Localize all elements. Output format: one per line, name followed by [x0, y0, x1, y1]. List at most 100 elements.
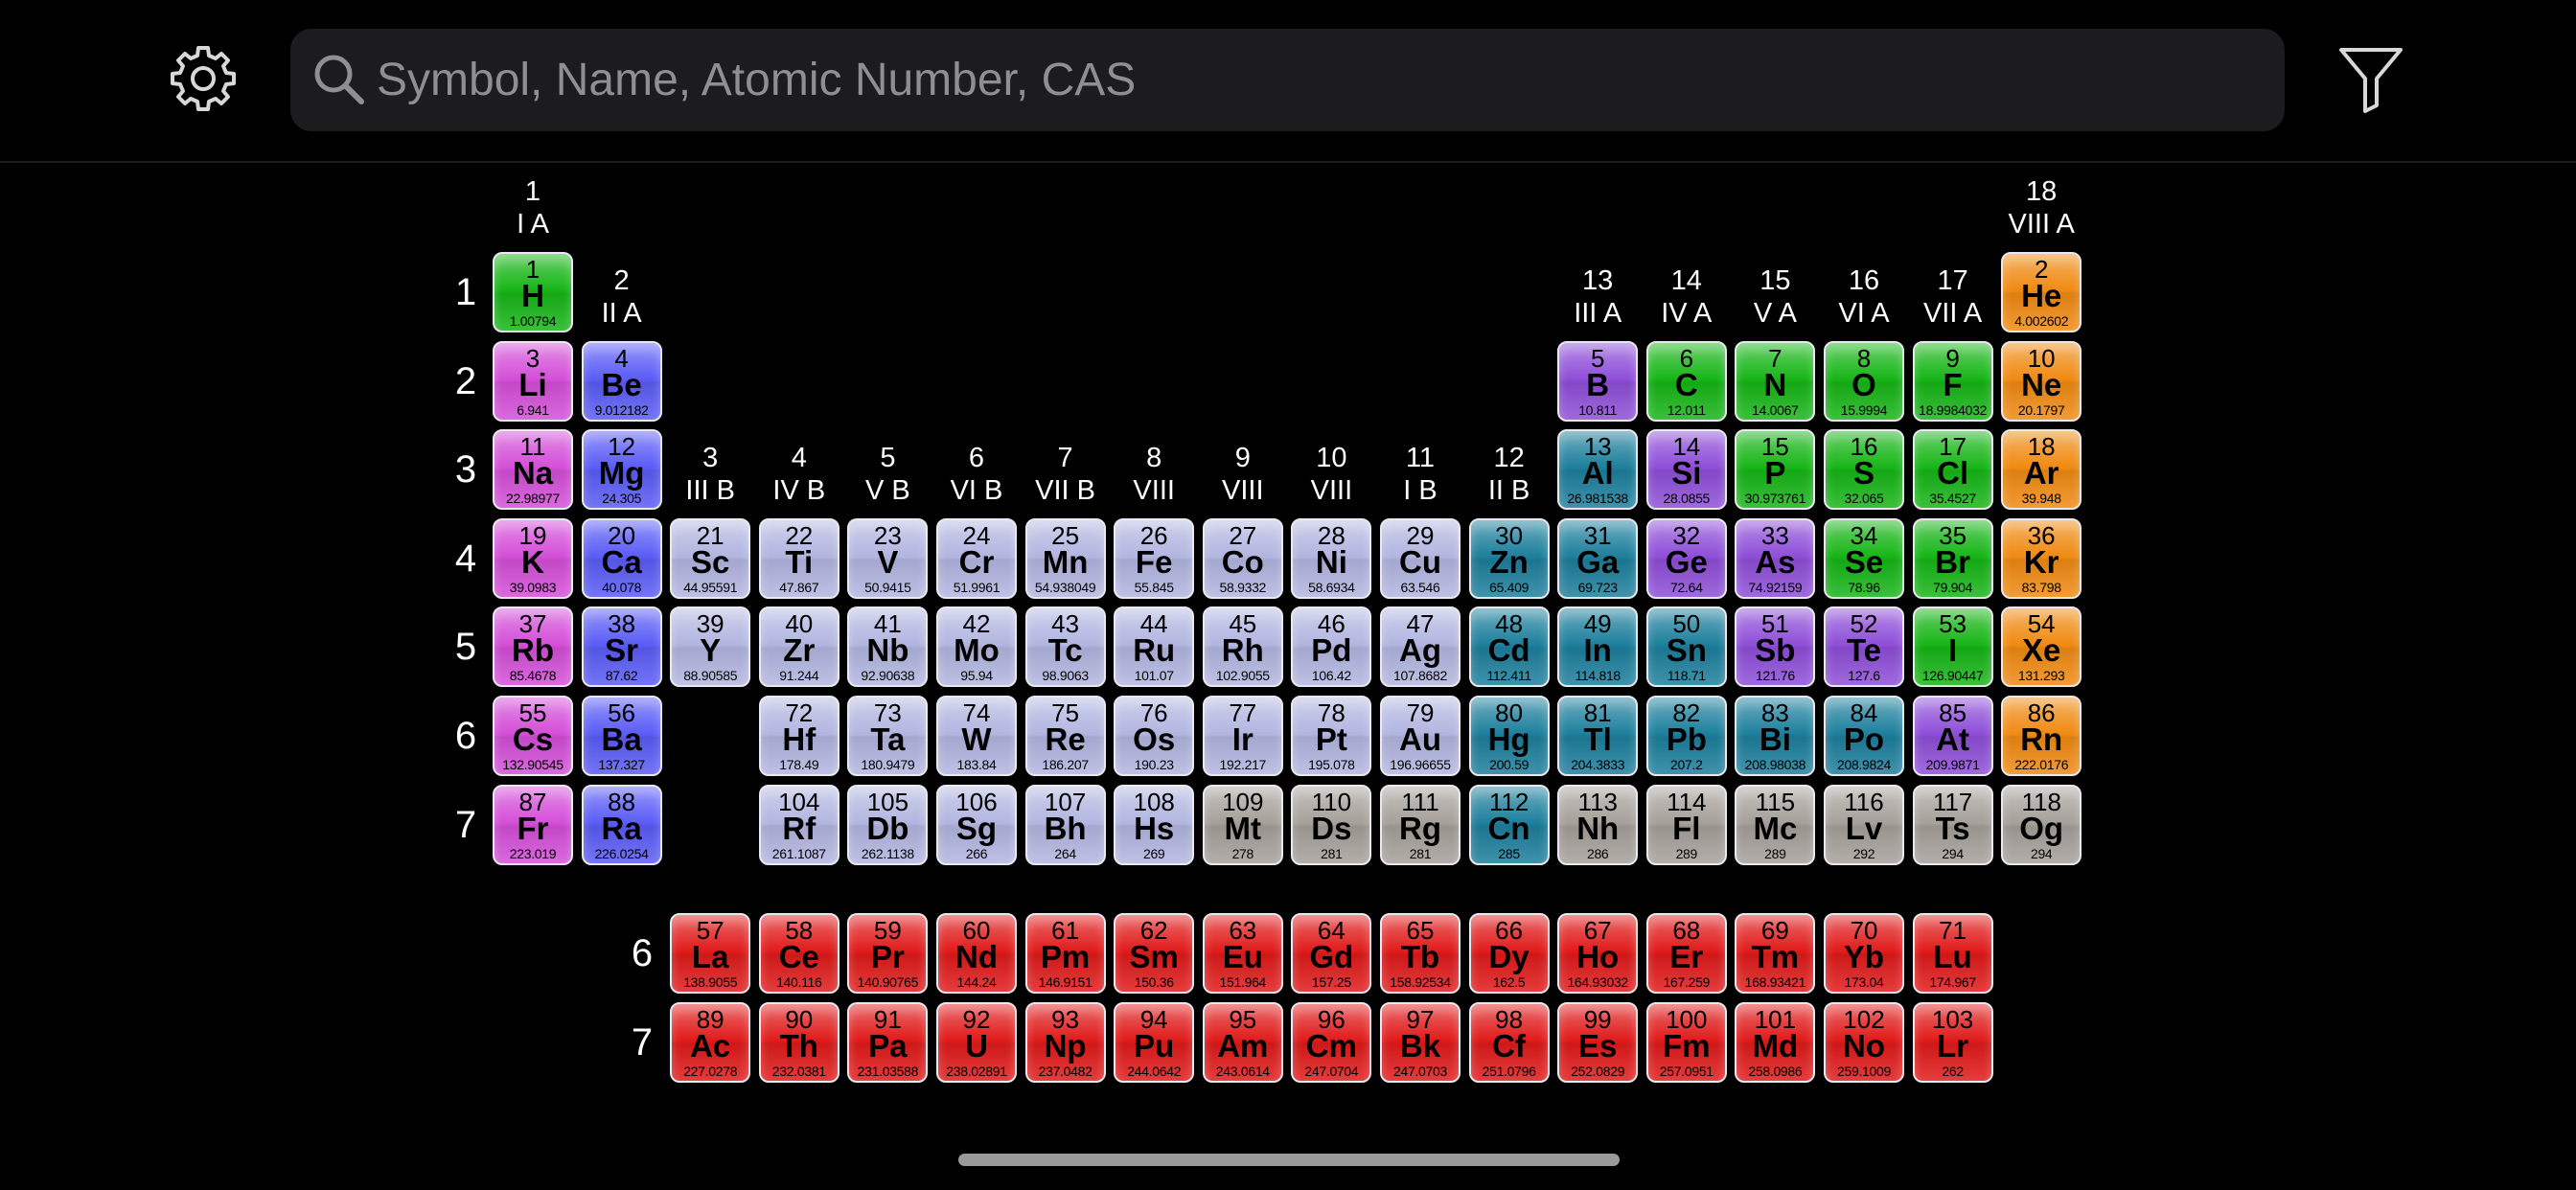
element-ag[interactable]: 47 Ag 107.8682	[1380, 606, 1460, 688]
element-bi[interactable]: 83 Bi 208.98038	[1735, 696, 1816, 776]
element-al[interactable]: 13 Al 26.981538	[1557, 429, 1639, 511]
element-th[interactable]: 90 Th 232.0381	[758, 1001, 840, 1083]
element-hs[interactable]: 108 Hs 269	[1114, 784, 1195, 865]
element-nd[interactable]: 60 Nd 144.24	[936, 913, 1017, 994]
element-md[interactable]: 101 Md 258.0986	[1735, 1001, 1816, 1083]
element-mo[interactable]: 42 Mo 95.94	[936, 606, 1017, 688]
element-dy[interactable]: 66 Dy 162.5	[1468, 913, 1550, 994]
element-ba[interactable]: 56 Ba 137.327	[581, 696, 662, 776]
element-ta[interactable]: 73 Ta 180.9479	[847, 696, 929, 776]
element-pb[interactable]: 82 Pb 207.2	[1645, 696, 1727, 776]
element-rb[interactable]: 37 Rb 85.4678	[493, 606, 573, 688]
element-ti[interactable]: 22 Ti 47.867	[758, 517, 840, 599]
element-bh[interactable]: 107 Bh 264	[1024, 784, 1106, 865]
element-cm[interactable]: 96 Cm 247.0704	[1291, 1001, 1372, 1083]
element-nb[interactable]: 41 Nb 92.90638	[847, 606, 929, 688]
element-es[interactable]: 99 Es 252.0829	[1557, 1001, 1639, 1083]
element-hf[interactable]: 72 Hf 178.49	[758, 696, 840, 776]
element-hg[interactable]: 80 Hg 200.59	[1468, 696, 1550, 776]
element-tm[interactable]: 69 Tm 168.93421	[1735, 913, 1816, 994]
element-te[interactable]: 52 Te 127.6	[1824, 606, 1904, 688]
element-re[interactable]: 75 Re 186.207	[1024, 696, 1106, 776]
home-indicator[interactable]	[958, 1154, 1620, 1166]
element-ru[interactable]: 44 Ru 101.07	[1114, 606, 1195, 688]
element-po[interactable]: 84 Po 208.9824	[1824, 696, 1904, 776]
element-eu[interactable]: 63 Eu 151.964	[1202, 913, 1283, 994]
element-nh[interactable]: 113 Nh 286	[1557, 784, 1639, 865]
element-pt[interactable]: 78 Pt 195.078	[1291, 696, 1372, 776]
element-og[interactable]: 118 Og 294	[2001, 784, 2082, 865]
element-tl[interactable]: 81 Tl 204.3833	[1557, 696, 1639, 776]
element-ce[interactable]: 58 Ce 140.116	[758, 913, 840, 994]
element-se[interactable]: 34 Se 78.96	[1824, 517, 1904, 599]
element-ir[interactable]: 77 Ir 192.217	[1202, 696, 1283, 776]
element-lr[interactable]: 103 Lr 262	[1912, 1001, 1993, 1083]
element-v[interactable]: 23 V 50.9415	[847, 517, 929, 599]
element-fl[interactable]: 114 Fl 289	[1645, 784, 1727, 865]
element-ni[interactable]: 28 Ni 58.6934	[1291, 517, 1372, 599]
element-db[interactable]: 105 Db 262.1138	[847, 784, 929, 865]
element-sg[interactable]: 106 Sg 266	[936, 784, 1017, 865]
element-mg[interactable]: 12 Mg 24.305	[581, 429, 662, 511]
element-ts[interactable]: 117 Ts 294	[1912, 784, 1993, 865]
element-no[interactable]: 102 No 259.1009	[1824, 1001, 1904, 1083]
element-bk[interactable]: 97 Bk 247.0703	[1380, 1001, 1460, 1083]
element-li[interactable]: 3 Li 6.941	[493, 340, 573, 422]
element-pa[interactable]: 91 Pa 231.03588	[847, 1001, 929, 1083]
element-pm[interactable]: 61 Pm 146.9151	[1024, 913, 1106, 994]
element-np[interactable]: 93 Np 237.0482	[1024, 1001, 1106, 1083]
element-at[interactable]: 85 At 209.9871	[1912, 696, 1993, 776]
element-lu[interactable]: 71 Lu 174.967	[1912, 913, 1993, 994]
element-sc[interactable]: 21 Sc 44.95591	[670, 517, 751, 599]
element-sb[interactable]: 51 Sb 121.76	[1735, 606, 1816, 688]
element-y[interactable]: 39 Y 88.90585	[670, 606, 751, 688]
element-ds[interactable]: 110 Ds 281	[1291, 784, 1372, 865]
element-h[interactable]: 1 H 1.00794	[493, 252, 573, 332]
element-i[interactable]: 53 I 126.90447	[1912, 606, 1993, 688]
element-xe[interactable]: 54 Xe 131.293	[2001, 606, 2082, 688]
element-cd[interactable]: 48 Cd 112.411	[1468, 606, 1550, 688]
element-rf[interactable]: 104 Rf 261.1087	[758, 784, 840, 865]
element-br[interactable]: 35 Br 79.904	[1912, 517, 1993, 599]
element-rn[interactable]: 86 Rn 222.0176	[2001, 696, 2082, 776]
element-f[interactable]: 9 F 18.9984032	[1912, 340, 1993, 422]
element-zn[interactable]: 30 Zn 65.409	[1468, 517, 1550, 599]
element-ga[interactable]: 31 Ga 69.723	[1557, 517, 1639, 599]
element-k[interactable]: 19 K 39.0983	[493, 517, 573, 599]
element-yb[interactable]: 70 Yb 173.04	[1824, 913, 1904, 994]
element-zr[interactable]: 40 Zr 91.244	[758, 606, 840, 688]
element-mc[interactable]: 115 Mc 289	[1735, 784, 1816, 865]
element-co[interactable]: 27 Co 58.9332	[1202, 517, 1283, 599]
element-cl[interactable]: 17 Cl 35.4527	[1912, 429, 1993, 511]
element-sm[interactable]: 62 Sm 150.36	[1114, 913, 1195, 994]
element-n[interactable]: 7 N 14.0067	[1735, 340, 1816, 422]
element-p[interactable]: 15 P 30.973761	[1735, 429, 1816, 511]
element-pu[interactable]: 94 Pu 244.0642	[1114, 1001, 1195, 1083]
element-in[interactable]: 49 In 114.818	[1557, 606, 1639, 688]
element-os[interactable]: 76 Os 190.23	[1114, 696, 1195, 776]
element-ge[interactable]: 32 Ge 72.64	[1645, 517, 1727, 599]
element-pd[interactable]: 46 Pd 106.42	[1291, 606, 1372, 688]
element-ar[interactable]: 18 Ar 39.948	[2001, 429, 2082, 511]
element-b[interactable]: 5 B 10.811	[1557, 340, 1639, 422]
element-sr[interactable]: 38 Sr 87.62	[581, 606, 662, 688]
element-au[interactable]: 79 Au 196.96655	[1380, 696, 1460, 776]
element-pr[interactable]: 59 Pr 140.90765	[847, 913, 929, 994]
element-la[interactable]: 57 La 138.9055	[670, 913, 751, 994]
element-rg[interactable]: 111 Rg 281	[1380, 784, 1460, 865]
element-ra[interactable]: 88 Ra 226.0254	[581, 784, 662, 865]
element-tc[interactable]: 43 Tc 98.9063	[1024, 606, 1106, 688]
element-lv[interactable]: 116 Lv 292	[1824, 784, 1904, 865]
element-w[interactable]: 74 W 183.84	[936, 696, 1017, 776]
element-he[interactable]: 2 He 4.002602	[2001, 252, 2082, 332]
element-cs[interactable]: 55 Cs 132.90545	[493, 696, 573, 776]
element-tb[interactable]: 65 Tb 158.92534	[1380, 913, 1460, 994]
element-u[interactable]: 92 U 238.02891	[936, 1001, 1017, 1083]
element-cf[interactable]: 98 Cf 251.0796	[1468, 1001, 1550, 1083]
element-mn[interactable]: 25 Mn 54.938049	[1024, 517, 1106, 599]
element-gd[interactable]: 64 Gd 157.25	[1291, 913, 1372, 994]
element-fm[interactable]: 100 Fm 257.0951	[1645, 1001, 1727, 1083]
element-ne[interactable]: 10 Ne 20.1797	[2001, 340, 2082, 422]
element-na[interactable]: 11 Na 22.98977	[493, 429, 573, 511]
element-cr[interactable]: 24 Cr 51.9961	[936, 517, 1017, 599]
